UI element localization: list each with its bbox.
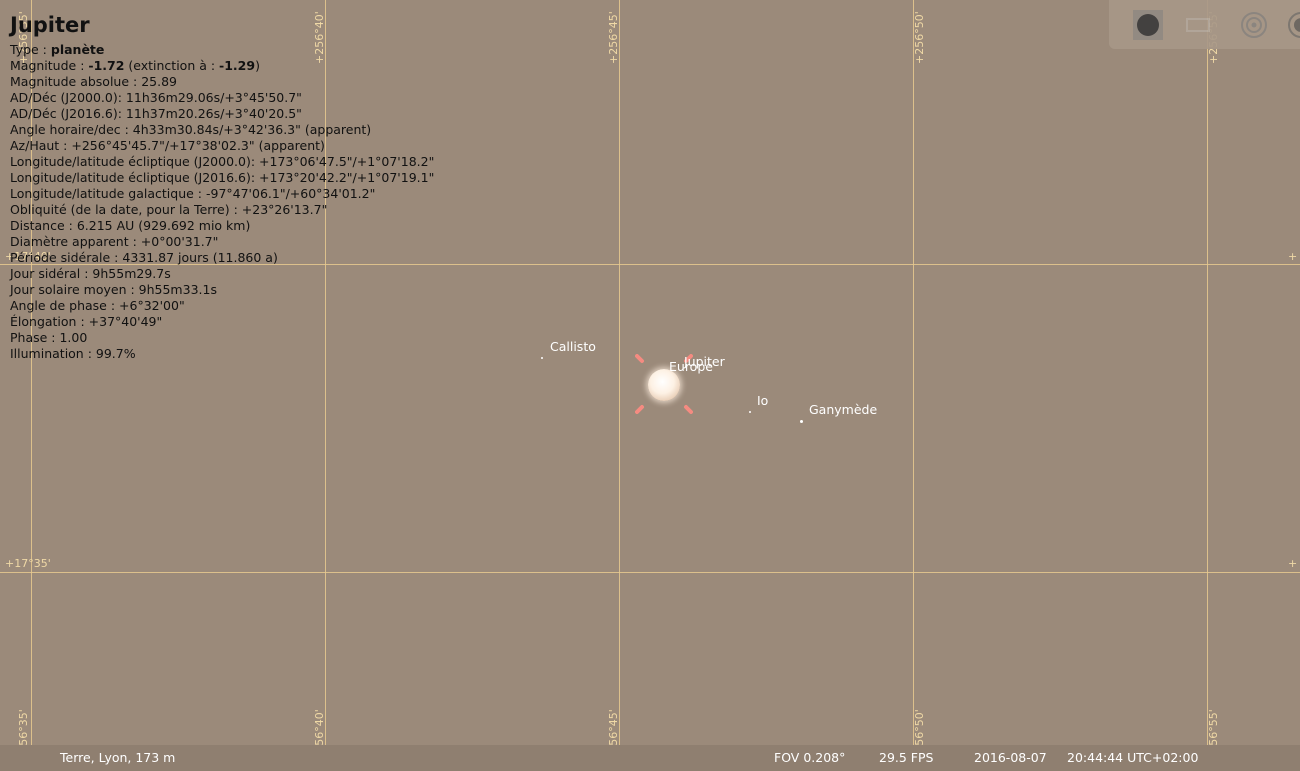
info-line: Distance : 6.215 AU (929.692 mio km)	[10, 218, 251, 233]
info-line: Longitude/latitude écliptique (J2016.6):…	[10, 170, 435, 185]
azimuth-label-top: +256°50'	[913, 11, 926, 64]
info-line: Jour sidéral : 9h55m29.7s	[10, 266, 171, 281]
info-line: Angle horaire/dec : 4h33m30.84s/+3°42'36…	[10, 122, 372, 137]
fov-text: FOV 0.208°	[774, 750, 846, 765]
info-line: Obliquité (de la date, pour la Terre) : …	[10, 202, 328, 217]
location-text[interactable]: Terre, Lyon, 173 m	[60, 750, 175, 765]
info-line: Phase : 1.00	[10, 330, 88, 345]
azimuth-grid-line	[619, 0, 620, 771]
altitude-grid-line	[0, 572, 1300, 573]
info-magnitude-label: Magnitude :	[10, 58, 89, 73]
info-line: Illumination : 99.7%	[10, 346, 136, 361]
target-icon[interactable]	[1238, 9, 1270, 41]
info-line: Angle de phase : +6°32'00"	[10, 298, 185, 313]
azimuth-grid-line	[913, 0, 914, 771]
fps-text: 29.5 FPS	[879, 750, 934, 765]
info-type-value: planète	[50, 42, 105, 57]
partial-icon[interactable]	[1285, 9, 1300, 41]
altitude-label-right: +	[1288, 557, 1298, 570]
azimuth-label-top: +256°45'	[607, 11, 620, 64]
info-line: Jour solaire moyen : 9h55m33.1s	[10, 282, 217, 297]
info-extinction-close: )	[255, 58, 260, 73]
ganymede-moon[interactable]	[800, 420, 803, 423]
callisto-label[interactable]: Callisto	[550, 339, 596, 354]
time-text[interactable]: 20:44:44 UTC+02:00	[1067, 750, 1198, 765]
info-line: Longitude/latitude galactique : -97°47'0…	[10, 186, 376, 201]
info-line: Période sidérale : 4331.87 jours (11.860…	[10, 250, 278, 265]
info-type: Type : planète	[10, 42, 434, 58]
info-line: AD/Déc (J2016.6): 11h37m20.26s/+3°40'20.…	[10, 106, 302, 121]
io-label[interactable]: Io	[757, 393, 768, 408]
object-title: Jupiter	[10, 13, 90, 37]
info-magnitude: Magnitude : -1.72 (extinction à : -1.29)	[10, 58, 434, 74]
info-line: Az/Haut : +256°45'45.7"/+17°38'02.3" (ap…	[10, 138, 325, 153]
planet-disk-icon[interactable]	[1132, 9, 1164, 41]
info-extinction-value: -1.29	[219, 58, 256, 73]
info-line: AD/Déc (J2000.0): 11h36m29.06s/+3°45'50.…	[10, 90, 302, 105]
info-magnitude-value: -1.72	[88, 58, 125, 73]
azimuth-grid-line	[1207, 0, 1208, 771]
status-bar: Terre, Lyon, 173 m FOV 0.208° 29.5 FPS 2…	[0, 745, 1300, 771]
altitude-label-right: +	[1288, 250, 1298, 263]
info-line: Magnitude absolue : 25.89	[10, 74, 177, 89]
ganymede-label[interactable]: Ganymède	[809, 402, 877, 417]
info-line: Longitude/latitude écliptique (J2000.0):…	[10, 154, 435, 169]
rectangle-icon[interactable]	[1182, 9, 1214, 41]
info-line: Diamètre apparent : +0°00'31.7"	[10, 234, 219, 249]
europe-label[interactable]: Europe	[669, 359, 713, 374]
info-line: Élongation : +37°40'49"	[10, 314, 163, 329]
object-info-panel: Jupiter Type : planète Magnitude : -1.72…	[10, 12, 434, 362]
info-type-label: Type :	[10, 42, 51, 57]
io-moon[interactable]	[749, 411, 751, 413]
callisto-moon[interactable]	[541, 357, 543, 359]
date-text[interactable]: 2016-08-07	[974, 750, 1047, 765]
view-toolbar	[1109, 0, 1300, 49]
altitude-label-left: +17°35'	[5, 557, 51, 570]
info-extinction-label: (extinction à :	[124, 58, 220, 73]
